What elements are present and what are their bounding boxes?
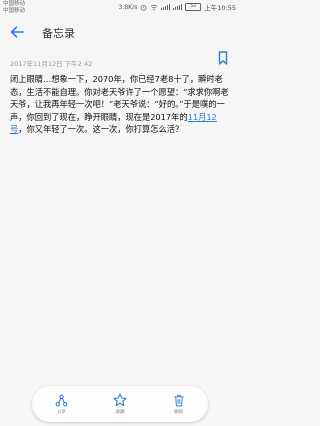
share-icon <box>55 394 68 406</box>
delete-button[interactable]: 删除 <box>159 394 199 415</box>
note-text-end: ，你又年轻了一次。这一次，你打算怎么活？ <box>18 124 184 135</box>
page-title: 备忘录 <box>42 27 75 40</box>
bookmark-icon[interactable] <box>218 51 228 65</box>
back-arrow-icon <box>10 26 24 38</box>
signal-icon <box>161 4 171 10</box>
top-app-bar: 备忘录 <box>0 20 240 44</box>
alarm-icon <box>140 4 147 11</box>
back-button[interactable] <box>8 24 26 40</box>
share-button[interactable]: 分享 <box>41 394 81 415</box>
bottom-action-bar: 分享 收藏 删除 <box>32 386 208 422</box>
note-meta: 2017年11月12日 下午2:42 <box>10 51 230 68</box>
status-indicators: 3.8K/s 52 上午10:55 <box>119 2 236 12</box>
note-date: 2017年11月12日 下午2:42 <box>10 60 93 68</box>
wifi-icon <box>150 4 158 10</box>
favorite-button[interactable]: 收藏 <box>100 393 140 415</box>
star-icon <box>113 393 127 407</box>
battery-icon: 52 <box>185 3 202 11</box>
clock: 上午10:55 <box>204 4 236 12</box>
note-content[interactable]: 闭上眼睛…想象一下，2070年，你已经7老8十了，瞬时老态，生活不能自理。你对老… <box>10 73 232 136</box>
carrier-label-2: 中国移动 <box>3 8 26 14</box>
network-speed: 3.8K/s <box>118 3 138 11</box>
favorite-label: 收藏 <box>115 410 125 415</box>
share-label: 分享 <box>56 409 66 415</box>
delete-label: 删除 <box>174 409 184 415</box>
trash-icon <box>173 394 184 406</box>
status-bar: 中国移动 中国移动 3.8K/s 52 上午10:55 <box>0 0 240 16</box>
carrier-label-1: 中国移动 <box>3 1 26 7</box>
signal-icon-2 <box>173 4 183 10</box>
